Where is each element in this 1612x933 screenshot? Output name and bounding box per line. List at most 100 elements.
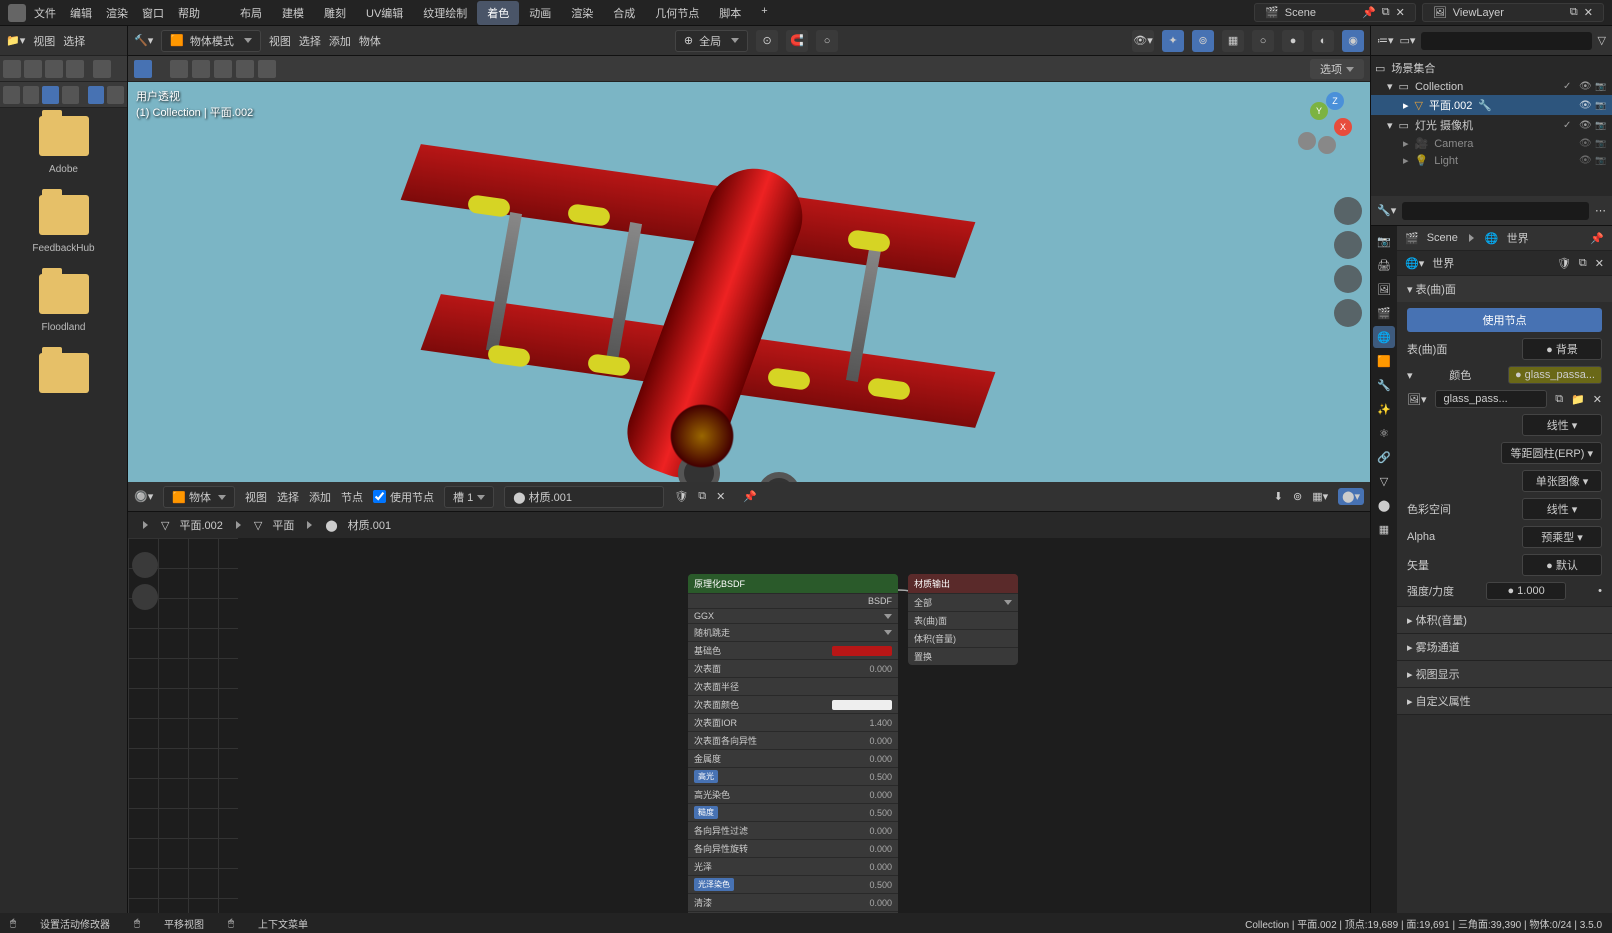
- node-socket-row[interactable]: 次表面IOR1.400: [688, 713, 898, 731]
- outliner-collection[interactable]: ▾▭ 灯光 摄像机: [1371, 115, 1612, 135]
- color-value[interactable]: ● glass_passa...: [1508, 366, 1602, 384]
- socket-displacement[interactable]: 置换: [914, 650, 932, 663]
- perspective-icon[interactable]: [1334, 299, 1362, 327]
- node-add-menu[interactable]: 添加: [309, 489, 331, 505]
- outliner-collection[interactable]: ▾▭ Collection: [1371, 78, 1612, 95]
- pan-icon[interactable]: [132, 584, 158, 610]
- node-socket-row[interactable]: 各向异性过滤0.000: [688, 821, 898, 839]
- 3d-viewport[interactable]: 用户透视 (1) Collection | 平面.002 X Y Z: [128, 82, 1370, 482]
- zoom-icon[interactable]: [132, 552, 158, 578]
- pin-icon[interactable]: 📌: [1362, 6, 1376, 19]
- tab-modeling[interactable]: 建模: [272, 1, 314, 25]
- properties-search-input[interactable]: [1402, 202, 1589, 220]
- editor-type-icon[interactable]: 🔧▾: [1377, 204, 1396, 217]
- material-selector[interactable]: ⬤ 材质.001: [504, 486, 664, 508]
- folder-item[interactable]: Floodland: [8, 274, 119, 333]
- node-socket-row[interactable]: 金属度0.000: [688, 749, 898, 767]
- socket-value[interactable]: 0.500: [869, 880, 892, 890]
- tab-data-icon[interactable]: ▽: [1373, 470, 1395, 492]
- gizmo-icon[interactable]: ✦: [1162, 30, 1184, 52]
- node-socket-row[interactable]: 光泽染色0.500: [688, 875, 898, 893]
- single-image-select[interactable]: 单张图像 ▾: [1522, 470, 1602, 492]
- bc-world[interactable]: 世界: [1507, 230, 1529, 246]
- orientation-selector[interactable]: ⊕ 全局: [675, 30, 748, 52]
- tab-rendering[interactable]: 渲染: [561, 1, 603, 25]
- close-icon[interactable]: ✕: [1396, 6, 1405, 19]
- axis-x[interactable]: X: [1334, 118, 1352, 136]
- socket-value[interactable]: 0.500: [869, 808, 892, 818]
- tab-sculpt[interactable]: 雕刻: [314, 1, 356, 25]
- surface-value[interactable]: ● 背景: [1522, 338, 1602, 360]
- close-icon[interactable]: ✕: [716, 490, 725, 503]
- node-object-selector[interactable]: 🟧 物体: [163, 486, 235, 508]
- pan-icon[interactable]: [1334, 231, 1362, 259]
- slot-selector[interactable]: 槽 1: [444, 486, 494, 508]
- outliner-object-active[interactable]: ▸▽ 平面.002 🔧: [1371, 95, 1612, 115]
- tab-compositing[interactable]: 合成: [603, 1, 645, 25]
- open-icon[interactable]: 📁: [1571, 393, 1585, 406]
- node-socket-row[interactable]: 基础色: [688, 641, 898, 659]
- filter-icon[interactable]: ▽: [1598, 34, 1606, 47]
- target-select[interactable]: 全部: [914, 596, 932, 609]
- menu-edit[interactable]: 编辑: [70, 5, 92, 21]
- colorspace-select[interactable]: 线性 ▾: [1522, 498, 1602, 520]
- node-socket-row[interactable]: 次表面颜色: [688, 695, 898, 713]
- editor-type-icon[interactable]: 🔨▾: [134, 34, 153, 47]
- snap-icon[interactable]: ⬇: [1274, 490, 1283, 503]
- add-workspace-button[interactable]: +: [751, 1, 777, 25]
- subsurface-method-select[interactable]: 随机跳走: [694, 626, 730, 639]
- modifier-icon[interactable]: 🔧: [1478, 99, 1492, 112]
- socket-value[interactable]: 0.500: [869, 772, 892, 782]
- add-menu[interactable]: 添加: [329, 33, 351, 49]
- gear-icon[interactable]: [107, 86, 124, 104]
- view-menu[interactable]: 视图: [269, 33, 291, 49]
- visibility-icon[interactable]: 👁▾: [1132, 30, 1154, 52]
- node-select-menu[interactable]: 选择: [277, 489, 299, 505]
- node-socket-row[interactable]: 各向异性旋转0.000: [688, 839, 898, 857]
- node-preview-icon[interactable]: ⬤▾: [1338, 488, 1364, 505]
- projection-select[interactable]: 等距圆柱(ERP) ▾: [1501, 442, 1602, 464]
- color-swatch[interactable]: [832, 700, 892, 710]
- bread-mesh[interactable]: 平面: [272, 517, 294, 533]
- panel-header[interactable]: ▸ 体积(音量): [1397, 607, 1612, 633]
- search-icon[interactable]: [3, 86, 20, 104]
- copy-icon[interactable]: ⧉: [1579, 257, 1587, 270]
- image-name[interactable]: glass_pass...: [1435, 390, 1548, 408]
- folder-icon[interactable]: 📁▾: [6, 34, 25, 47]
- left-select-menu[interactable]: 选择: [63, 33, 85, 49]
- tab-texture-icon[interactable]: ▦: [1373, 518, 1395, 540]
- shield-icon[interactable]: 🛡: [1557, 257, 1571, 270]
- world-datablock[interactable]: 🌐▾ 世界 🛡 ⧉ ✕: [1397, 251, 1612, 276]
- tab-output-icon[interactable]: 🖨: [1373, 254, 1395, 276]
- bread-object[interactable]: 平面.002: [179, 517, 222, 533]
- editor-type-icon[interactable]: ≔▾: [1377, 34, 1394, 47]
- node-canvas[interactable]: 原理化BSDF BSDF GGX 随机跳走 基础色次表面0.000次表面半径次表…: [228, 538, 1370, 913]
- pin-icon[interactable]: 📌: [1590, 232, 1604, 245]
- select-box-icon[interactable]: [170, 60, 188, 78]
- close-icon[interactable]: ✕: [1595, 257, 1604, 270]
- viewlayer-selector[interactable]: 🖼 ViewLayer ⧉ ✕: [1422, 3, 1604, 22]
- camera-icon[interactable]: [1334, 265, 1362, 293]
- object-menu[interactable]: 物体: [359, 33, 381, 49]
- nav-back-icon[interactable]: [3, 60, 21, 78]
- panel-header[interactable]: ▸ 视图显示: [1397, 661, 1612, 687]
- tab-particles-icon[interactable]: ✨: [1373, 398, 1395, 420]
- tab-uv[interactable]: UV编辑: [356, 1, 413, 25]
- socket-value[interactable]: 0.000: [869, 844, 892, 854]
- node-title[interactable]: 原理化BSDF: [688, 574, 898, 593]
- tab-animation[interactable]: 动画: [519, 1, 561, 25]
- socket-volume[interactable]: 体积(音量): [914, 632, 956, 645]
- menu-file[interactable]: 文件: [34, 5, 56, 21]
- node-title[interactable]: 材质输出: [908, 574, 1018, 593]
- menu-help[interactable]: 帮助: [178, 5, 200, 21]
- zoom-icon[interactable]: [1334, 197, 1362, 225]
- shield-icon[interactable]: 🛡: [674, 490, 688, 503]
- outliner-scene-collection[interactable]: ▭ 场景集合: [1371, 58, 1612, 78]
- node-socket-row[interactable]: 清漆0.000: [688, 893, 898, 911]
- overlay-icon[interactable]: ⊚: [1192, 30, 1214, 52]
- axis-y[interactable]: Y: [1310, 102, 1328, 120]
- axis-neg[interactable]: [1298, 132, 1316, 150]
- overlay-icon[interactable]: ⊚: [1293, 490, 1302, 503]
- copy-icon[interactable]: ⧉: [1555, 393, 1563, 406]
- copy-icon[interactable]: ⧉: [1570, 6, 1578, 19]
